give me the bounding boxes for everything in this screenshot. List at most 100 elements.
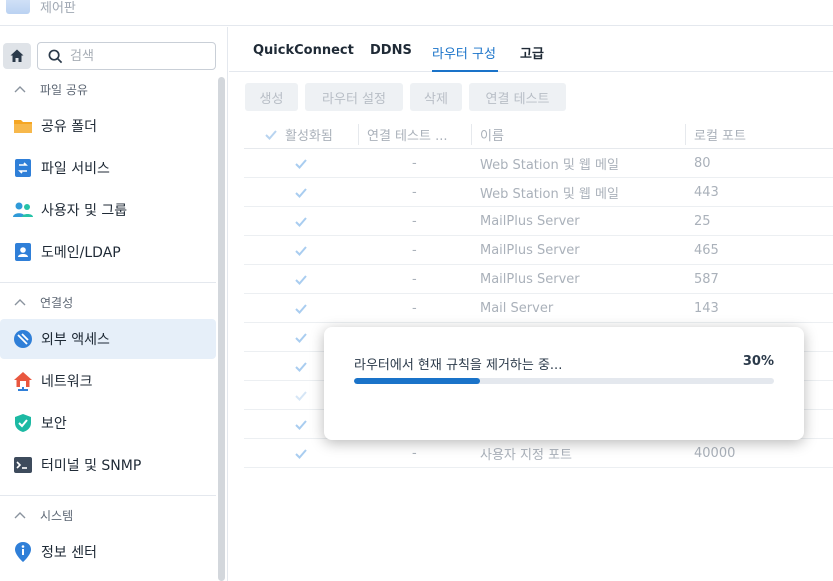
terminal-icon xyxy=(14,457,32,473)
main-panel: QuickConnect DDNS 라우터 구성 고급 생성 라우터 설정 삭제… xyxy=(229,27,833,581)
section-label: 파일 공유 xyxy=(40,82,88,97)
row-test-status: - xyxy=(412,446,417,461)
table-row[interactable]: - MailPlus Server 587 xyxy=(244,265,833,294)
sidebar-item-domain-ldap[interactable]: 도메인/LDAP xyxy=(0,232,216,272)
shield-icon xyxy=(15,414,31,432)
progress-message: 라우터에서 현재 규칙을 제거하는 중... xyxy=(354,358,563,373)
sidebar-item-terminal-snmp[interactable]: 터미널 및 SNMP xyxy=(0,445,216,485)
external-access-icon xyxy=(14,330,32,348)
tab-bar: QuickConnect DDNS 라우터 구성 고급 xyxy=(229,27,833,72)
sidebar-item-external-access[interactable]: 외부 액세스 xyxy=(0,319,216,359)
control-panel-icon xyxy=(6,0,30,14)
check-icon xyxy=(265,129,277,140)
search-input[interactable] xyxy=(70,47,210,65)
sidebar-item-label: 보안 xyxy=(41,416,67,432)
folder-icon xyxy=(14,120,32,133)
check-icon xyxy=(295,419,307,430)
column-divider xyxy=(685,124,686,145)
table-row[interactable]: - Mail Server 143 xyxy=(244,294,833,323)
progress-percent: 30% xyxy=(742,354,774,369)
row-name: Web Station 및 웹 메일 xyxy=(480,158,619,173)
sidebar-item-label: 공유 폴더 xyxy=(41,119,97,135)
sidebar-item-file-services[interactable]: 파일 서비스 xyxy=(0,148,216,188)
tab-quickconnect[interactable]: QuickConnect xyxy=(253,43,354,58)
section-system[interactable]: 시스템 xyxy=(0,503,216,527)
sidebar-item-users-groups[interactable]: 사용자 및 그룹 xyxy=(0,190,216,230)
row-enabled-checkbox[interactable] xyxy=(294,410,308,439)
row-enabled-checkbox[interactable] xyxy=(294,149,308,178)
section-file-sharing[interactable]: 파일 공유 xyxy=(0,77,216,101)
section-connectivity[interactable]: 연결성 xyxy=(0,290,216,314)
table-row[interactable]: - 사용자 지정 포트 40000 xyxy=(244,439,833,468)
row-enabled-checkbox[interactable] xyxy=(294,352,308,381)
section-divider xyxy=(0,495,216,496)
row-test-status: - xyxy=(412,301,417,316)
sidebar-scrollbar[interactable] xyxy=(218,77,225,581)
title-bar: 제어판 xyxy=(0,0,833,26)
column-test[interactable]: 연결 테스트 ... xyxy=(367,120,447,149)
column-local-port[interactable]: 로컬 포트 xyxy=(694,120,746,149)
row-local-port: 587 xyxy=(694,272,719,287)
row-enabled-checkbox[interactable] xyxy=(294,207,308,236)
column-name[interactable]: 이름 xyxy=(480,120,504,149)
sidebar-item-label: 외부 액세스 xyxy=(41,332,110,348)
column-divider xyxy=(471,124,472,145)
network-icon xyxy=(14,372,32,391)
chevron-up-icon xyxy=(14,299,26,306)
table-row[interactable]: - Web Station 및 웹 메일 80 xyxy=(244,149,833,178)
table-header: 활성화됨 연결 테스트 ... 이름 로컬 포트 xyxy=(244,120,833,149)
row-test-status: - xyxy=(412,243,417,258)
check-icon xyxy=(295,274,307,285)
sidebar: 파일 공유 공유 폴더 파일 서비스 사용자 및 그룹 도메인/LDAP 연결성… xyxy=(0,27,228,581)
search-field[interactable] xyxy=(37,42,216,70)
row-name: MailPlus Server xyxy=(480,214,580,229)
row-enabled-checkbox[interactable] xyxy=(294,236,308,265)
row-enabled-checkbox[interactable] xyxy=(294,294,308,323)
delete-button[interactable]: 삭제 xyxy=(410,83,462,111)
chevron-up-icon xyxy=(14,512,26,519)
row-name: MailPlus Server xyxy=(480,243,580,258)
sidebar-item-label: 네트워크 xyxy=(41,374,93,390)
row-name: 사용자 지정 포트 xyxy=(480,448,572,463)
sidebar-item-label: 터미널 및 SNMP xyxy=(41,458,142,474)
row-enabled-checkbox[interactable] xyxy=(294,381,308,410)
check-icon xyxy=(295,390,307,401)
row-local-port: 40000 xyxy=(694,446,736,461)
router-settings-button[interactable]: 라우터 설정 xyxy=(305,83,403,111)
active-tab-indicator xyxy=(432,70,498,72)
row-local-port: 465 xyxy=(694,243,719,258)
sidebar-item-info-center[interactable]: 정보 센터 xyxy=(0,532,216,572)
table-row[interactable]: - Web Station 및 웹 메일 443 xyxy=(244,178,833,207)
row-enabled-checkbox[interactable] xyxy=(294,323,308,352)
row-local-port: 25 xyxy=(694,214,711,229)
progress-dialog: 라우터에서 현재 규칙을 제거하는 중... 30% xyxy=(324,327,804,440)
row-enabled-checkbox[interactable] xyxy=(294,439,308,468)
create-button[interactable]: 생성 xyxy=(245,83,298,111)
test-connection-button[interactable]: 연결 테스트 xyxy=(469,83,566,111)
check-icon xyxy=(295,332,307,343)
column-divider xyxy=(358,124,359,145)
check-icon xyxy=(295,216,307,227)
tab-router-config[interactable]: 라우터 구성 xyxy=(432,43,496,62)
column-enabled[interactable]: 활성화됨 xyxy=(264,120,333,149)
table-row[interactable]: - MailPlus Server 465 xyxy=(244,236,833,265)
tab-advanced[interactable]: 고급 xyxy=(520,43,544,62)
check-icon xyxy=(295,303,307,314)
check-icon xyxy=(295,158,307,169)
row-enabled-checkbox[interactable] xyxy=(294,265,308,294)
row-local-port: 143 xyxy=(694,301,719,316)
sidebar-item-shared-folder[interactable]: 공유 폴더 xyxy=(0,106,216,146)
file-services-icon xyxy=(15,159,31,177)
check-icon xyxy=(295,361,307,372)
sidebar-item-label: 사용자 및 그룹 xyxy=(41,203,128,219)
table-row[interactable]: - MailPlus Server 25 xyxy=(244,207,833,236)
row-enabled-checkbox[interactable] xyxy=(294,178,308,207)
tab-ddns[interactable]: DDNS xyxy=(370,43,412,58)
sidebar-item-security[interactable]: 보안 xyxy=(0,403,216,443)
window-title: 제어판 xyxy=(40,1,76,16)
home-button[interactable] xyxy=(3,43,31,69)
sidebar-item-network[interactable]: 네트워크 xyxy=(0,361,216,401)
check-icon xyxy=(295,448,307,459)
sidebar-item-label: 정보 센터 xyxy=(41,545,97,561)
home-icon xyxy=(10,49,24,62)
